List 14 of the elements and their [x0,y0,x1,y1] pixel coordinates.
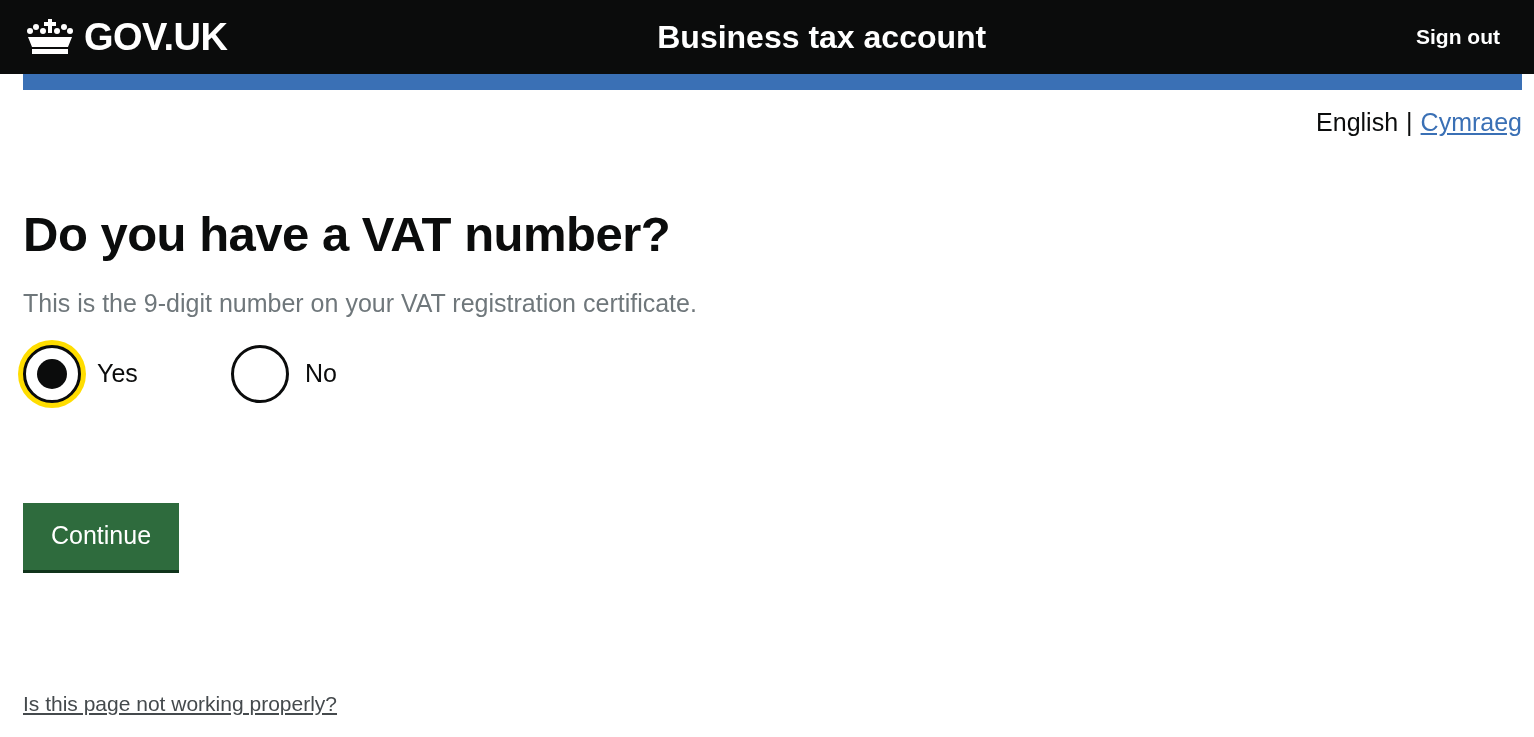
service-name[interactable]: Business tax account [657,13,987,61]
radio-label: No [305,358,337,390]
language-link[interactable]: Cymraeg [1420,104,1522,142]
radio-button[interactable] [231,344,289,403]
sign-out-link[interactable]: Sign out [1416,21,1500,53]
continue-button[interactable]: Continue [23,502,180,571]
current-language: English [1316,107,1399,138]
hint-text: This is the 9-digit number on your VAT registration certificate. [23,288,698,320]
report-problem-link[interactable]: Is this page not working properly? [23,688,337,720]
radio-label: Yes [97,358,138,390]
language-separator: | [1406,107,1413,138]
gov-uk-logo[interactable]: GOV.UK [84,8,228,66]
question-heading: Do you have a VAT number? [23,205,672,263]
crown-icon [24,17,76,57]
